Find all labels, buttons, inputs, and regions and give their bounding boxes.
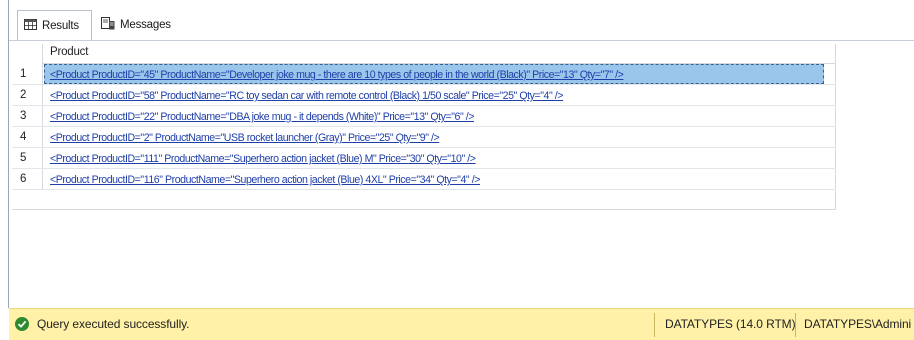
tab-divider	[9, 40, 914, 41]
xml-link[interactable]: <Product ProductID="45" ProductName="Dev…	[50, 69, 624, 81]
grid-corner[interactable]	[12, 44, 43, 64]
row-number[interactable]: 3	[12, 106, 43, 126]
status-bar: Query executed successfully. DATATYPES (…	[9, 308, 914, 340]
product-cell[interactable]: <Product ProductID="2" ProductName="USB …	[44, 127, 836, 147]
xml-link[interactable]: <Product ProductID="111" ProductName="Su…	[50, 153, 476, 165]
table-row[interactable]: 5 <Product ProductID="111" ProductName="…	[12, 148, 836, 169]
xml-link[interactable]: <Product ProductID="58" ProductName="RC …	[50, 90, 563, 102]
table-row[interactable]: 1 <Product ProductID="45" ProductName="D…	[12, 64, 836, 85]
product-cell[interactable]: <Product ProductID="111" ProductName="Su…	[44, 148, 836, 168]
query-results-pane: Results Messages Product 1 <Product Prod…	[0, 0, 914, 340]
product-cell[interactable]: <Product ProductID="22" ProductName="DBA…	[44, 106, 836, 126]
tab-results[interactable]: Results	[17, 10, 92, 40]
xml-link[interactable]: <Product ProductID="116" ProductName="Su…	[50, 174, 480, 186]
xml-link[interactable]: <Product ProductID="22" ProductName="DBA…	[50, 111, 474, 123]
table-row[interactable]: 6 <Product ProductID="116" ProductName="…	[12, 169, 836, 190]
row-number[interactable]: 6	[12, 169, 43, 189]
xml-link[interactable]: <Product ProductID="2" ProductName="USB …	[50, 132, 440, 144]
product-cell[interactable]: <Product ProductID="116" ProductName="Su…	[44, 169, 836, 189]
results-tabbar: Results Messages	[9, 10, 914, 42]
status-message: Query executed successfully.	[37, 317, 190, 331]
tab-messages-label: Messages	[120, 19, 171, 31]
status-server: DATATYPES (14.0 RTM)	[665, 317, 796, 331]
tab-results-label: Results	[42, 19, 79, 32]
product-cell[interactable]: <Product ProductID="58" ProductName="RC …	[44, 85, 836, 105]
row-number[interactable]: 5	[12, 148, 43, 168]
table-row[interactable]: 4 <Product ProductID="2" ProductName="US…	[12, 127, 836, 148]
success-check-icon	[15, 317, 29, 331]
product-cell[interactable]: <Product ProductID="45" ProductName="Dev…	[44, 64, 824, 84]
table-row[interactable]: 3 <Product ProductID="22" ProductName="D…	[12, 106, 836, 127]
tab-messages[interactable]: Messages	[93, 10, 183, 40]
row-number[interactable]: 4	[12, 127, 43, 147]
table-row[interactable]: 2 <Product ProductID="58" ProductName="R…	[12, 85, 836, 106]
column-header-product[interactable]: Product	[50, 46, 88, 58]
grid-header: Product	[12, 44, 836, 64]
results-grid: Product 1 <Product ProductID="45" Produc…	[12, 44, 836, 210]
pane-border	[8, 0, 9, 308]
messages-icon	[101, 17, 115, 33]
status-divider	[654, 313, 655, 337]
row-number[interactable]: 1	[12, 64, 43, 84]
grid-icon	[24, 18, 37, 33]
status-divider	[795, 313, 796, 337]
row-number[interactable]: 2	[12, 85, 43, 105]
status-user: DATATYPES\Admini	[804, 317, 912, 331]
